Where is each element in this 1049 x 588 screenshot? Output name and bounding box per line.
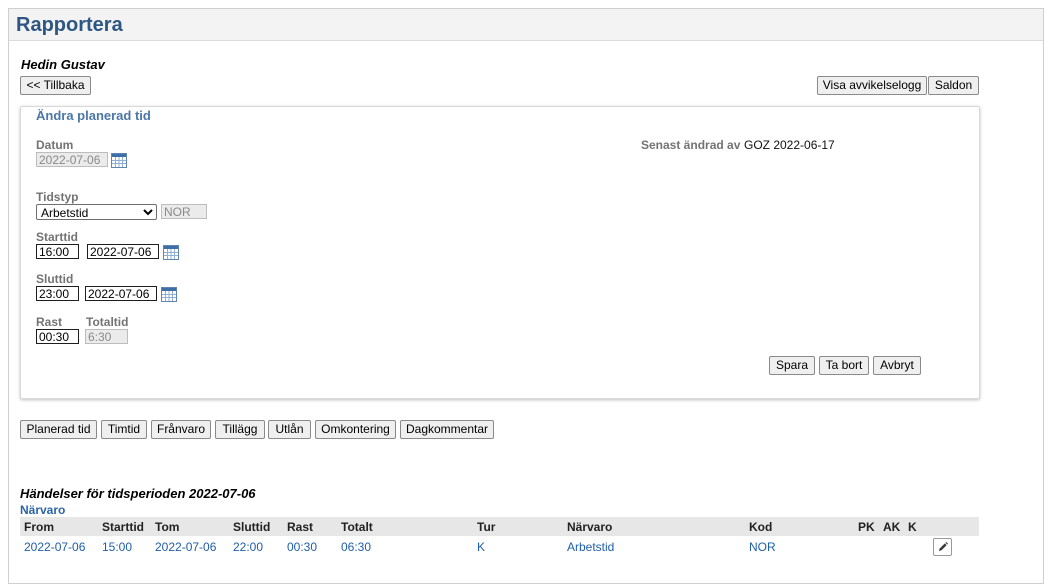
page-title: Rapportera	[16, 14, 123, 36]
total-time-label: Totaltid	[86, 315, 129, 329]
back-button[interactable]: << Tillbaka	[20, 76, 91, 95]
tab-absence[interactable]: Frånvaro	[151, 420, 211, 439]
column-header-end: Sluttid	[229, 517, 283, 536]
time-type-select[interactable]: Arbetstid	[36, 204, 157, 220]
cell-break: 00:30	[287, 540, 318, 554]
calendar-icon[interactable]	[163, 245, 179, 260]
column-header-attendance: Närvaro	[563, 517, 745, 536]
break-label: Rast	[36, 315, 63, 329]
panel-title: Ändra planerad tid	[36, 108, 151, 123]
save-button[interactable]: Spara	[769, 356, 815, 375]
table-header-row: From Starttid Tom Sluttid Rast Totalt Tu…	[20, 517, 979, 536]
cell-total: 06:30	[341, 540, 372, 554]
last-changed-label: Senast ändrad av	[641, 138, 741, 152]
column-header-from: From	[20, 517, 98, 536]
table-row: 2022-07-06 15:00 2022-07-06 22:00 00:30 …	[20, 536, 979, 558]
cell-attendance: Arbetstid	[567, 540, 615, 554]
end-time-input[interactable]	[36, 286, 79, 301]
tab-reallocation[interactable]: Omkontering	[315, 420, 396, 439]
calendar-icon[interactable]	[111, 153, 127, 168]
column-header-k: K	[904, 517, 929, 536]
end-time-label: Sluttid	[36, 272, 74, 286]
cell-end: 22:00	[233, 540, 264, 554]
date-field	[36, 152, 108, 167]
cell-k	[904, 536, 929, 558]
time-type-label: Tidstyp	[36, 190, 79, 204]
attendance-section-title: Närvaro	[20, 503, 66, 517]
tab-supplement[interactable]: Tillägg	[215, 420, 265, 439]
tab-planned-time[interactable]: Planerad tid	[20, 420, 97, 439]
column-header-break: Rast	[283, 517, 337, 536]
cell-shift: K	[477, 540, 486, 554]
edit-row-button[interactable]	[933, 538, 952, 556]
column-header-ak: AK	[879, 517, 904, 536]
person-name: Hedin Gustav	[21, 57, 105, 72]
date-label: Datum	[36, 138, 74, 152]
tab-hourly-time[interactable]: Timtid	[101, 420, 147, 439]
total-time-field	[85, 329, 128, 344]
pencil-icon	[939, 542, 948, 551]
cell-code: NOR	[749, 540, 776, 554]
deviation-log-button[interactable]: Visa avvikelselogg	[817, 76, 927, 95]
column-header-to: Tom	[151, 517, 229, 536]
column-header-total: Totalt	[337, 517, 473, 536]
start-time-input[interactable]	[36, 244, 79, 259]
column-header-code: Kod	[745, 517, 854, 536]
page-header: Rapportera	[9, 9, 1043, 41]
start-time-label: Starttid	[36, 230, 78, 244]
column-header-pk: PK	[854, 517, 879, 536]
cell-pk	[854, 536, 879, 558]
start-date-input[interactable]	[87, 244, 159, 259]
time-type-code-field	[161, 204, 207, 219]
events-table: From Starttid Tom Sluttid Rast Totalt Tu…	[20, 517, 979, 558]
balances-button[interactable]: Saldon	[928, 76, 979, 95]
break-input[interactable]	[36, 329, 79, 344]
tab-day-comment[interactable]: Dagkommentar	[400, 420, 494, 439]
cell-to: 2022-07-06	[155, 540, 217, 554]
column-header-shift: Tur	[473, 517, 563, 536]
tab-loan[interactable]: Utlån	[268, 420, 311, 439]
cancel-button[interactable]: Avbryt	[873, 356, 921, 375]
end-date-input[interactable]	[85, 286, 157, 301]
calendar-icon[interactable]	[161, 287, 177, 302]
delete-button[interactable]: Ta bort	[819, 356, 869, 375]
cell-ak	[879, 536, 904, 558]
column-header-start: Starttid	[98, 517, 151, 536]
cell-start: 15:00	[102, 540, 133, 554]
cell-from: 2022-07-06	[24, 540, 86, 554]
events-heading: Händelser för tidsperioden 2022-07-06	[20, 486, 256, 501]
cell-actions	[929, 536, 979, 558]
column-header-actions	[929, 517, 979, 536]
last-changed-value: GOZ 2022-06-17	[744, 138, 835, 152]
edit-planned-time-panel: Ändra planerad tid Datum Senast ändrad a…	[20, 106, 980, 399]
